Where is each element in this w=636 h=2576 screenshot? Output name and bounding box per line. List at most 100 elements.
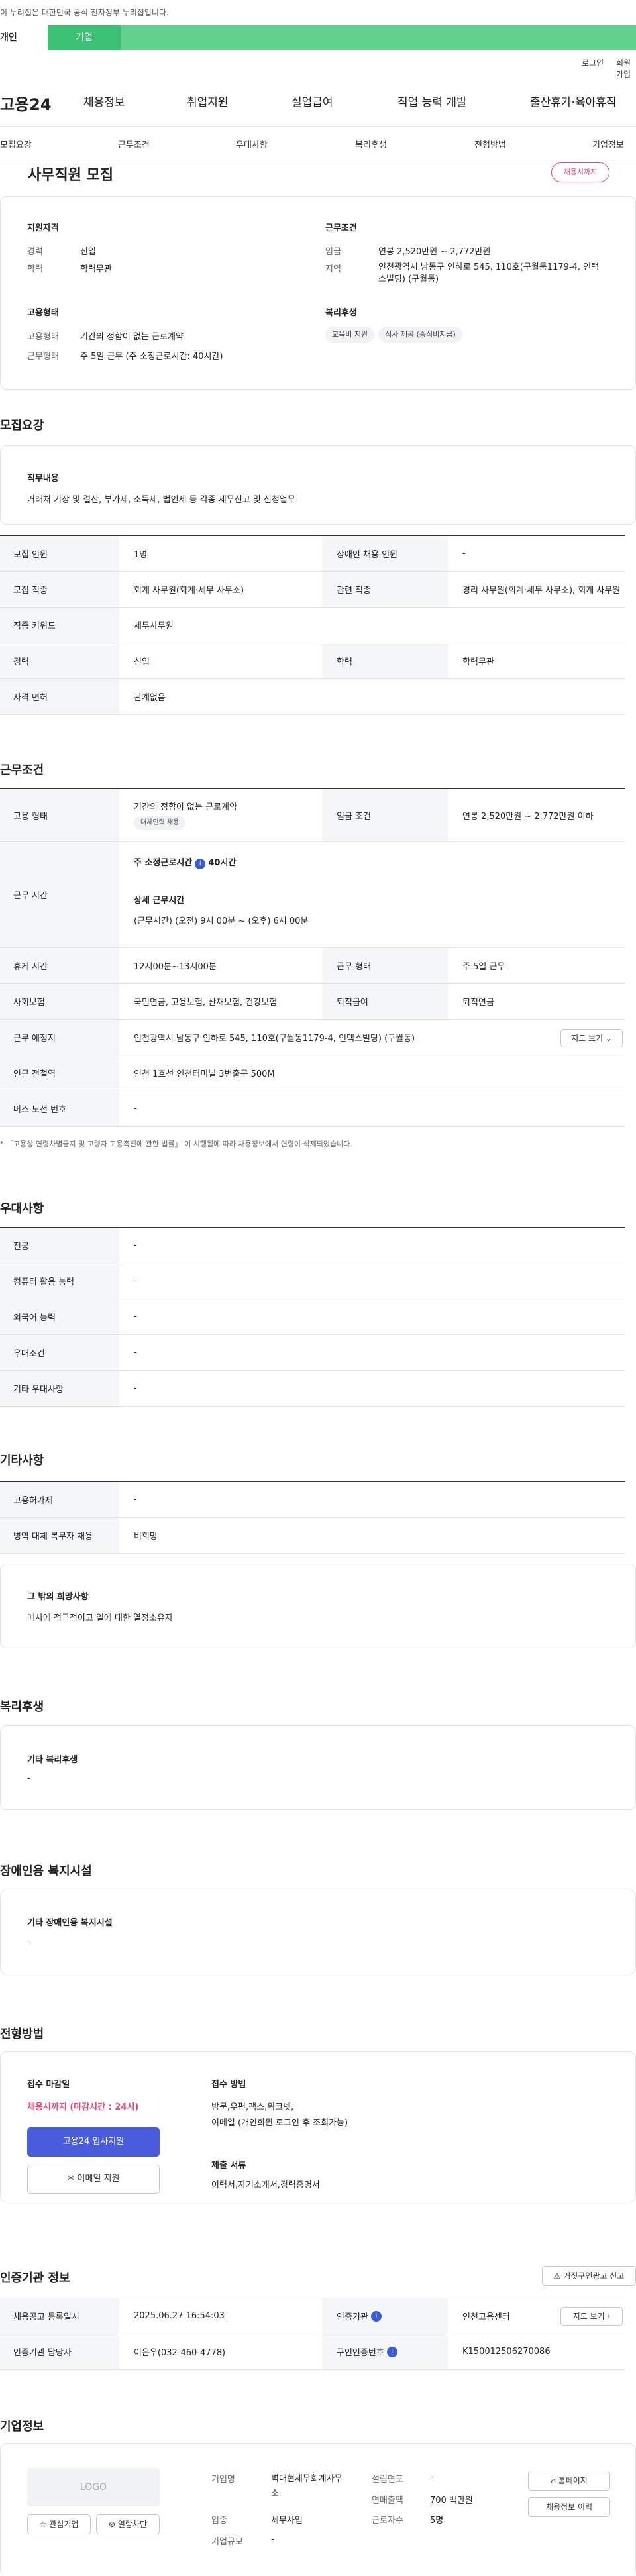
table-row: 사회보험 국민연금, 고용보험, 산재보험, 건강보험 퇴직급여 퇴직연금 xyxy=(0,984,625,1020)
info-icon[interactable]: i xyxy=(370,2310,382,2322)
welfare-title: 복리후생 xyxy=(325,308,357,318)
subnav-welfare[interactable]: 복리후생 xyxy=(355,138,387,150)
tab-personal[interactable]: 개인 xyxy=(0,25,48,50)
company-card: LOGO ☆ 관심기업 ⊘ 열람차단 기업명 벽대현세무회계사무소 업종 세무사… xyxy=(0,2443,636,2576)
apply-button[interactable]: 고용24 입사지원 xyxy=(27,2127,160,2157)
info-icon[interactable]: i xyxy=(195,859,206,869)
section-title-company: 기업정보 xyxy=(0,2420,44,2434)
industry-value: 세무사업 xyxy=(271,2516,303,2526)
subnav-conditions[interactable]: 근무조건 xyxy=(118,138,150,150)
text-cell: 컴퓨터 활용 능력 xyxy=(0,1263,119,1299)
section-title-conditions: 근무조건 xyxy=(0,763,44,777)
text-cell: 장애인 채용 인원 xyxy=(322,536,448,571)
subnav-recruit[interactable]: 모집요강 xyxy=(0,138,32,150)
page-title: 사무직원 모집 xyxy=(28,167,114,184)
conditions-table: 고용 형태 기간의 정함이 없는 근로계약 대체인력 채용 임금 조건 연봉 2,5… xyxy=(0,788,625,1127)
text-cell: (근무시간) (오전) 9시 00분 ~ (오후) 6시 00분 xyxy=(134,916,309,926)
subnav-company[interactable]: 기업정보 xyxy=(592,138,624,150)
welfare-chip: 식사 제공 (중식비지급) xyxy=(378,327,462,343)
signup-link[interactable]: 회원가입 xyxy=(616,57,636,80)
text-cell: 기간의 정함이 없는 근로계약 xyxy=(134,802,237,812)
text-cell: 전공 xyxy=(0,1228,119,1263)
year-label: 설립연도 xyxy=(372,2475,403,2485)
history-button[interactable]: 채용정보 이력 xyxy=(528,2497,610,2517)
tab-company[interactable]: 기업 xyxy=(48,25,121,50)
text-cell: 퇴직연금 xyxy=(462,998,494,1008)
subnav-preference[interactable]: 우대사항 xyxy=(236,138,268,150)
size-value: - xyxy=(271,2534,274,2544)
text-cell: 근무 예정지 xyxy=(0,1020,119,1055)
text-cell: 채용공고 등록일시 xyxy=(0,2298,119,2334)
block-button[interactable]: ⊘ 열람차단 xyxy=(96,2514,160,2534)
career-value: 신입 xyxy=(80,247,96,257)
method-title: 접수 방법 xyxy=(211,2080,246,2090)
text-cell: 인증기관 xyxy=(337,2312,368,2322)
email-apply-button[interactable]: ✉ 이메일 지원 xyxy=(27,2165,160,2194)
table-row: 근무 예정지 인천광역시 남동구 인하로 545, 110호(구월동1179-4,… xyxy=(0,1020,625,1055)
table-row: 자격 면허 관계없음 xyxy=(0,679,625,715)
text-cell: 상세 근무시간 xyxy=(134,896,185,906)
report-button[interactable]: ⚠ 거짓구인광고 신고 xyxy=(542,2266,636,2286)
subnav-process[interactable]: 전형방법 xyxy=(474,138,506,150)
company-logo: LOGO xyxy=(27,2468,160,2506)
process-card: 접수 마감일 채용시까지 (마감시간 : 24시) 고용24 입사지원 ✉ 이메… xyxy=(0,2051,636,2202)
method-value-1: 방문,우편,팩스,워크넷, xyxy=(211,2102,294,2112)
text-cell: 인근 전철역 xyxy=(0,1055,119,1091)
text-cell: 임금 조건 xyxy=(322,789,448,841)
text-cell: 우대조건 xyxy=(0,1335,119,1370)
text-cell: 거짓구인광고 신고 xyxy=(563,2271,625,2281)
text-cell: 열람차단 xyxy=(117,2520,148,2529)
text-cell: 홈페이지 xyxy=(558,2476,588,2485)
region-label: 지역 xyxy=(325,264,341,274)
text-cell: 주 5일 근무 xyxy=(462,962,505,972)
gov-banner: 이 누리집은 대한민국 공식 전자정부 누리집입니다. xyxy=(0,0,636,25)
work-time: 주 소정근로시간 i 40시간 상세 근무시간 (근무시간) (오전) 9시 00… xyxy=(134,855,308,926)
deadline-title: 접수 마감일 xyxy=(27,2080,70,2090)
site-logo[interactable]: 고용24 xyxy=(0,91,52,115)
company-name-value: 벽대현세무회계사무소 xyxy=(271,2474,343,2498)
text-cell: 이메일 지원 xyxy=(77,2174,120,2184)
text-cell: 구인인증번호 xyxy=(337,2348,384,2358)
login-link[interactable]: 로그인 xyxy=(582,57,604,68)
table-cell: 구인인증번호 i xyxy=(322,2334,448,2369)
preference-table: 전공 - 컴퓨터 활용 능력 - 외국어 능력 - 우대조건 - 기타 우대사항 - xyxy=(0,1227,625,1407)
gov-tabs: 개인 기업 xyxy=(0,25,636,50)
hours-label: 근무형태 xyxy=(27,352,59,362)
wage-value: 연봉 2,520만원 ~ 2,772만원 xyxy=(378,247,491,257)
emp-title: 고용형태 xyxy=(27,308,59,318)
map-button[interactable]: 지도 보기 ⌄ xyxy=(560,1029,623,1047)
block-icon: ⊘ xyxy=(108,2520,116,2529)
text-cell: 회계 사무원(회계·세무 사무소) xyxy=(134,586,244,596)
section-title-etc: 기타사항 xyxy=(0,1454,44,1468)
gnb-jobs[interactable]: 채용정보 xyxy=(83,93,125,109)
section-title-auth: 인증기관 정보 xyxy=(0,2271,70,2285)
text-cell: - xyxy=(134,1348,137,1358)
text-cell: 1명 xyxy=(134,550,148,560)
employees-value: 5명 xyxy=(430,2516,444,2526)
auth-map-button[interactable]: 지도 보기 › xyxy=(560,2307,623,2326)
favorite-button[interactable]: ☆ 관심기업 xyxy=(27,2514,91,2534)
wage-label: 임금 xyxy=(325,247,341,257)
table-row: 인근 전철역 인천 1호선 인천터미널 3번출구 500M xyxy=(0,1055,625,1091)
edu-value: 학력무관 xyxy=(80,264,112,274)
gnb-unemployment[interactable]: 실업급여 xyxy=(292,93,333,109)
wish-title: 그 밖의 희망사항 xyxy=(27,1592,89,1602)
text-cell: 인천광역시 남동구 인하로 545, 110호(구월동1179-4, 인택스빌딩… xyxy=(134,1034,415,1044)
employees-label: 근로자수 xyxy=(372,2516,403,2526)
gnb-employment-support[interactable]: 취업지원 xyxy=(187,93,229,109)
table-row: 직종 키워드 세무사무원 xyxy=(0,608,625,643)
text-cell: 인천고용센터 xyxy=(462,2312,510,2322)
career-label: 경력 xyxy=(27,247,43,257)
homepage-button[interactable]: ⌂ 홈페이지 xyxy=(528,2471,610,2491)
text-cell: 관계없음 xyxy=(134,693,166,703)
warning-icon: ⚠ xyxy=(553,2271,561,2281)
text-cell: 비희망 xyxy=(134,1532,158,1542)
gnb-parental-leave[interactable]: 출산휴가·육아휴직 xyxy=(530,93,617,109)
gnb-training[interactable]: 직업 능력 개발 xyxy=(398,93,467,109)
sales-value: 700 백만원 xyxy=(430,2496,473,2506)
table-row: 고용허가제 - xyxy=(0,1482,625,1518)
table-row: 휴게 시간 12시00분~13시00분 근무 형태 주 5일 근무 xyxy=(0,948,625,984)
text-cell: 외국어 능력 xyxy=(0,1299,119,1334)
info-icon[interactable]: i xyxy=(386,2346,398,2357)
text-cell: 12시00분~13시00분 xyxy=(134,962,217,972)
